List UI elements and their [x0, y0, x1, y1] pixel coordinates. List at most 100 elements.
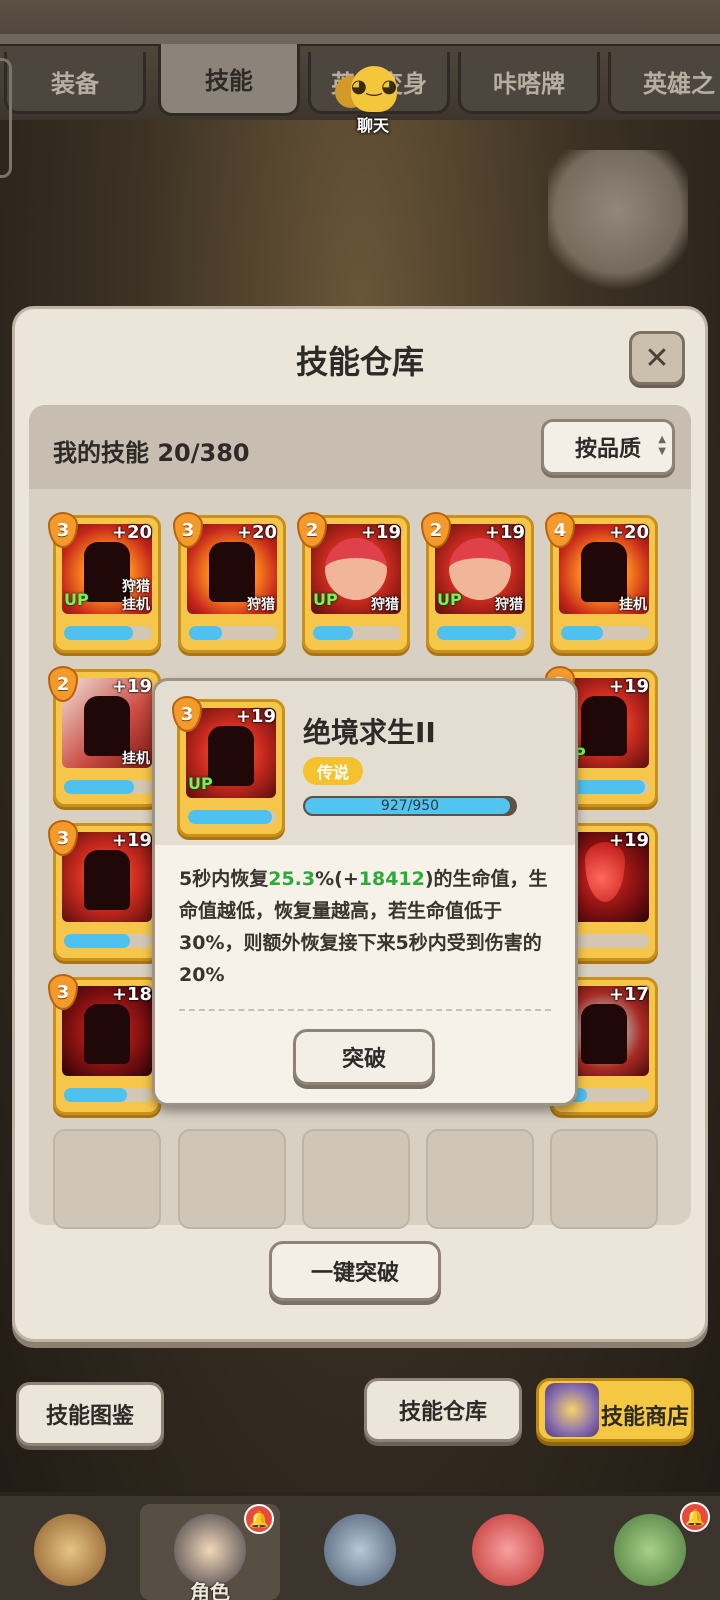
sort-label: 按品质 — [574, 437, 641, 462]
skill-description: 5秒内恢复25.3%(+18412)的生命值，生命值越低，恢复量越高，若生命值低… — [179, 863, 559, 991]
tab-equipment[interactable]: 装备 — [4, 52, 146, 114]
close-icon: ✕ — [644, 340, 670, 376]
skill-plus-count: +20 — [236, 522, 277, 543]
breakthrough-button[interactable]: 突破 — [293, 1029, 435, 1085]
empty-slot — [550, 1129, 658, 1229]
skill-progress-bar — [64, 1088, 152, 1102]
skill-plus-count: +20 — [111, 522, 152, 543]
skill-progress-bar — [64, 626, 152, 640]
skill-codex-button[interactable]: 技能图鉴 — [16, 1382, 164, 1446]
skill-plus-count: +18 — [111, 984, 152, 1005]
skill-tag: 挂机 — [122, 751, 150, 767]
notification-bell-icon: 🔔 — [244, 1504, 274, 1534]
nav-label: 角色 — [190, 1580, 230, 1600]
chat-label: 聊天 — [356, 116, 389, 135]
skill-progress-fill — [64, 626, 133, 640]
popup-header: 3 +19 UP 绝境求生II 传说 927/950 — [155, 681, 575, 845]
up-indicator: UP — [64, 590, 89, 609]
skill-progress-fill — [313, 626, 353, 640]
skill-card[interactable]: 3 +20 狩猎 — [173, 512, 286, 653]
upgrade-progress-bar: 927/950 — [303, 796, 517, 816]
desc-percent: 25.3 — [268, 868, 316, 890]
skill-progress-bar — [437, 626, 525, 640]
tab-hero-more[interactable]: 英雄之 — [608, 52, 720, 114]
nav-guild[interactable]: 🔔 — [580, 1502, 720, 1600]
background-skull — [548, 150, 688, 300]
notification-bell-icon: 🔔 — [680, 1502, 710, 1532]
sword-shield-icon — [324, 1514, 396, 1586]
skill-progress-fill — [189, 626, 223, 640]
skill-tag: 狩猎 — [122, 579, 150, 595]
desc-part: 5秒内恢复 — [179, 868, 269, 890]
top-tab-rail — [0, 34, 720, 46]
skill-progress-fill — [64, 934, 130, 948]
skill-figure — [84, 696, 130, 756]
nav-hunter[interactable] — [0, 1504, 140, 1600]
skill-progress-fill — [64, 1088, 128, 1102]
skill-figure — [581, 542, 627, 602]
up-indicator: UP — [313, 590, 338, 609]
skill-card[interactable]: 3 +18 — [48, 974, 161, 1115]
empty-slot — [178, 1129, 286, 1229]
skill-progress-fill — [188, 810, 272, 824]
skill-card[interactable]: 4 +20 挂机 — [545, 512, 658, 653]
skill-card[interactable]: 3 +19 — [48, 820, 161, 961]
skill-figure — [84, 850, 130, 910]
skill-warehouse-button[interactable]: 技能仓库 — [364, 1378, 522, 1442]
skill-plus-count: +17 — [608, 984, 649, 1005]
nav-character[interactable]: 🔔 角色 — [140, 1504, 280, 1600]
skill-plus-count: +19 — [235, 706, 276, 727]
skill-figure — [581, 1004, 627, 1064]
skill-card[interactable]: 2 +19 UP 狩猎 — [297, 512, 410, 653]
empty-slot — [53, 1129, 161, 1229]
desc-part: %(+ — [315, 868, 359, 890]
skill-card[interactable]: 2 +19 UP 狩猎 — [421, 512, 534, 653]
skill-plus-count: +19 — [608, 830, 649, 851]
skill-figure — [209, 542, 255, 602]
skill-detail-popup: 3 +19 UP 绝境求生II 传说 927/950 5秒内恢复25.3%(+1… — [152, 678, 578, 1106]
popup-skill-card: 3 +19 UP — [172, 696, 285, 837]
chat-button[interactable]: ◕‿◕ 聊天 — [333, 66, 413, 136]
side-handle[interactable] — [0, 58, 12, 178]
dino-pet-icon — [472, 1514, 544, 1586]
chat-face-icon: ◕‿◕ — [351, 76, 397, 97]
skill-plus-count: +19 — [111, 676, 152, 697]
shop-merchant-icon — [545, 1383, 599, 1437]
dashed-divider — [179, 1009, 551, 1011]
skill-tag: 狩猎 — [247, 597, 275, 613]
rarity-badge: 传说 — [303, 757, 363, 785]
skill-plus-count: +19 — [360, 522, 401, 543]
tab-click-cards[interactable]: 咔嗒牌 — [458, 52, 600, 114]
skill-shop-button[interactable]: 技能商店 — [536, 1378, 694, 1442]
tab-skills[interactable]: 技能 — [158, 44, 300, 116]
skill-plus-count: +19 — [608, 676, 649, 697]
skill-progress-fill — [64, 780, 135, 794]
sort-by-quality-button[interactable]: 按品质 ▲ ▼ — [541, 419, 675, 475]
sort-arrows-icon: ▲ ▼ — [658, 434, 666, 457]
close-button[interactable]: ✕ — [629, 331, 685, 385]
my-skills-count: 我的技能 20/380 — [53, 439, 250, 467]
skill-tag: 狩猎 — [495, 597, 523, 613]
desc-bonus: 18412 — [358, 868, 425, 890]
skill-progress-bar — [313, 626, 401, 640]
skill-card[interactable]: 2 +19 挂机 — [48, 666, 161, 807]
guild-icon — [614, 1514, 686, 1586]
skill-figure — [585, 842, 625, 902]
hunter-icon — [34, 1514, 106, 1586]
upgrade-progress-text: 927/950 — [380, 798, 440, 814]
skill-name: 绝境求生II — [303, 716, 436, 749]
skill-figure — [84, 1004, 130, 1064]
skill-progress-bar — [561, 626, 649, 640]
skill-tag: 狩猎 — [371, 597, 399, 613]
skill-plus-count: +20 — [608, 522, 649, 543]
skill-silhouette — [208, 726, 254, 786]
bulk-breakthrough-button[interactable]: 一键突破 — [269, 1241, 441, 1301]
skill-card[interactable]: 3 +20 UP 狩猎 挂机 — [48, 512, 161, 653]
nav-pet[interactable] — [438, 1504, 578, 1600]
nav-equipment[interactable] — [290, 1504, 430, 1600]
panel-header: 我的技能 20/380 按品质 ▲ ▼ — [29, 405, 691, 489]
skill-tag: 挂机 — [122, 597, 150, 613]
skill-plus-count: +19 — [484, 522, 525, 543]
skill-tag: 挂机 — [619, 597, 647, 613]
modal-title: 技能仓库 — [295, 343, 424, 381]
